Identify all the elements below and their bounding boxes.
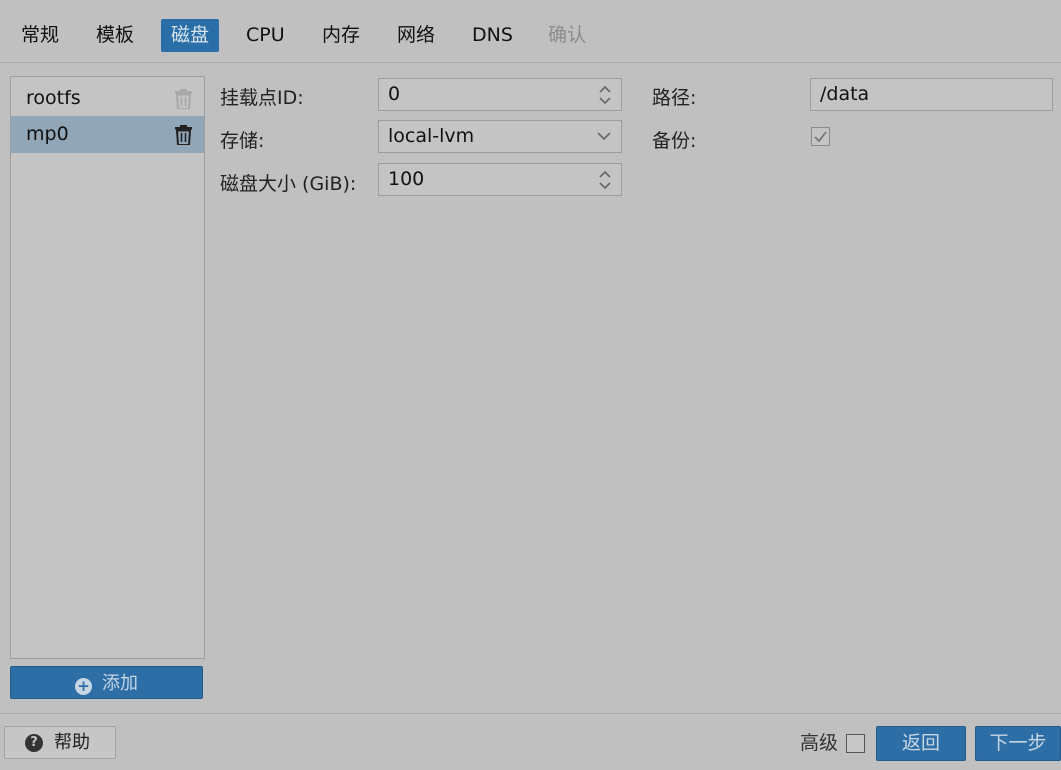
backup-checkbox[interactable] (811, 127, 830, 146)
tab-general[interactable]: 常规 (11, 19, 69, 52)
disk-size-value: 100 (388, 168, 425, 190)
disk-row-label: mp0 (26, 123, 69, 145)
tab-disks[interactable]: 磁盘 (161, 19, 220, 52)
checkmark-icon (814, 131, 827, 143)
chevron-down-icon (597, 132, 611, 141)
advanced-checkbox[interactable] (846, 734, 865, 753)
path-label: 路径: (652, 87, 697, 109)
trash-icon[interactable] (175, 125, 192, 145)
help-label: 帮助 (54, 732, 90, 753)
disk-size-field[interactable]: 100 (378, 163, 622, 196)
trash-icon (175, 89, 192, 109)
disk-row-label: rootfs (26, 87, 81, 109)
backup-label: 备份: (652, 130, 697, 152)
mountpoint-id-label: 挂载点ID: (220, 87, 304, 109)
disk-size-label: 磁盘大小 (GiB): (220, 173, 357, 195)
storage-value: local-lvm (388, 125, 475, 147)
disk-row-rootfs[interactable]: rootfs (11, 80, 204, 117)
tab-memory[interactable]: 内存 (312, 19, 370, 52)
spinner-arrows-icon[interactable] (598, 169, 612, 191)
path-value: /data (820, 83, 870, 105)
tab-network[interactable]: 网络 (387, 19, 445, 52)
mountpoint-id-field[interactable]: 0 (378, 78, 622, 111)
help-button[interactable]: ? 帮助 (4, 726, 116, 759)
tab-dns[interactable]: DNS (462, 19, 523, 52)
storage-select[interactable]: local-lvm (378, 120, 622, 153)
path-input[interactable]: /data (810, 78, 1053, 111)
add-disk-label: 添加 (102, 673, 138, 694)
back-button[interactable]: 返回 (876, 726, 966, 761)
tab-cpu[interactable]: CPU (236, 19, 295, 52)
spinner-arrows-icon[interactable] (598, 84, 612, 106)
advanced-label: 高级 (800, 732, 839, 754)
disk-list: rootfs mp0 (10, 76, 205, 659)
plus-circle-icon: + (75, 678, 92, 695)
add-disk-button[interactable]: + 添加 (10, 666, 203, 699)
question-circle-icon: ? (25, 734, 43, 752)
wizard-footer: ? 帮助 高级 返回 下一步 (0, 713, 1061, 770)
tab-template[interactable]: 模板 (86, 19, 144, 52)
next-button[interactable]: 下一步 (975, 726, 1061, 761)
mountpoint-id-value: 0 (388, 83, 401, 105)
tab-confirm: 确认 (548, 24, 587, 46)
disk-row-mp0[interactable]: mp0 (11, 116, 204, 153)
storage-label: 存储: (220, 130, 265, 152)
wizard-tab-bar: 常规 模板 磁盘 CPU 内存 网络 DNS 确认 (0, 0, 1061, 63)
